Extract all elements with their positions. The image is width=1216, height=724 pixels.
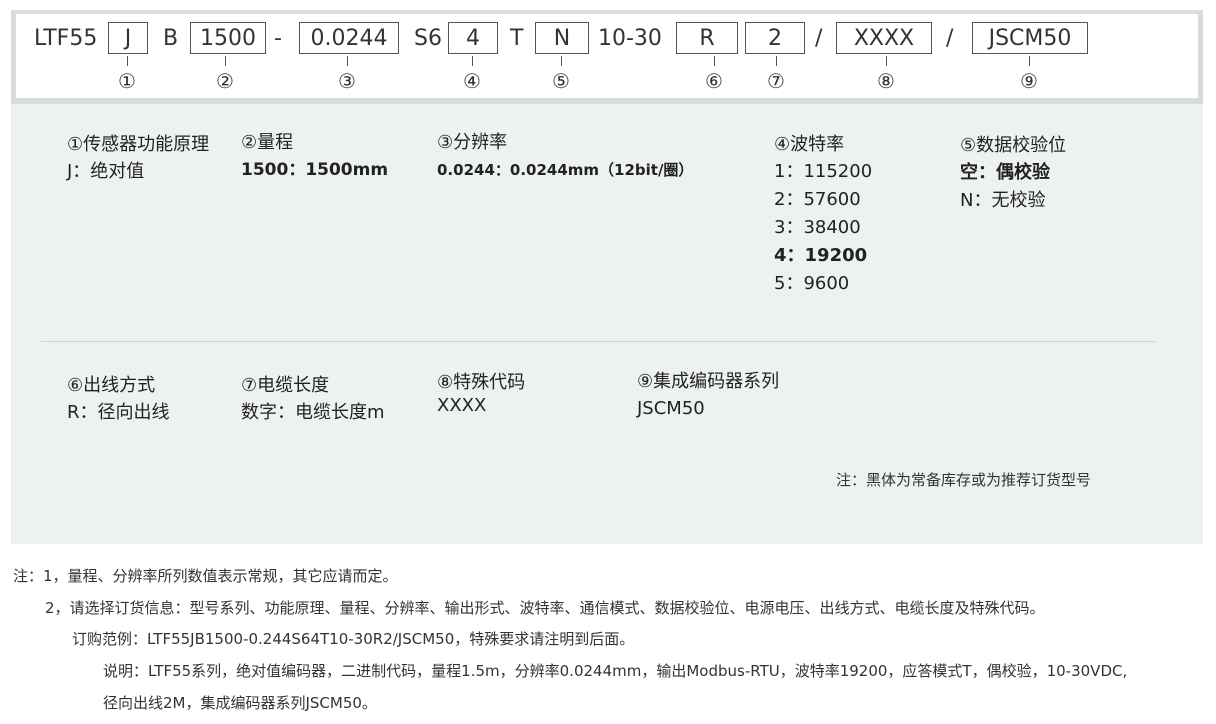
section-cable-length: ⑦电缆长度 数字：电缆长度m — [241, 373, 385, 427]
footnote-line: 订购范例：LTF55JB1500-0.244S64T10-30R2/JSCM50… — [72, 630, 635, 648]
code-field-1: J — [108, 22, 148, 54]
code-prefix: LTF55 — [34, 26, 98, 51]
section-title: ③分辨率 — [437, 132, 508, 153]
section-title: ②量程 — [241, 132, 294, 153]
section-title: ⑤数据校验位 — [960, 135, 1067, 156]
option-line: 1500：1500mm — [241, 160, 389, 180]
marker-tick-9 — [1029, 56, 1030, 66]
code-field-8: XXXX — [836, 22, 932, 54]
section-title: ①传感器功能原理 — [67, 134, 210, 155]
section-encoder-series: ⑨集成编码器系列 JSCM50 — [637, 369, 779, 423]
code-s6: S6 — [414, 26, 442, 51]
stock-note: 注：黑体为常备库存或为推荐订货型号 — [836, 471, 1092, 489]
marker-5: ⑤ — [552, 69, 570, 93]
code-letter-b: B — [163, 26, 179, 51]
marker-8: ⑧ — [877, 69, 895, 93]
section-title: ⑨集成编码器系列 — [637, 371, 780, 392]
option-line: 1：115200 — [774, 161, 873, 182]
section-range: ②量程 1500：1500mm — [241, 130, 388, 184]
footnote-line: 说明：LTF55系列，绝对值编码器，二进制代码，量程1.5m，分辨率0.0244… — [103, 662, 1128, 680]
option-line: 2：57600 — [774, 189, 861, 210]
footnote-line: 2，请选择订货信息：型号系列、功能原理、量程、分辨率、输出形式、波特率、通信模式… — [45, 599, 1045, 617]
code-slash-2: / — [946, 26, 954, 51]
code-dash: - — [274, 26, 282, 51]
code-field-2: 1500 — [190, 22, 266, 54]
marker-4: ④ — [463, 69, 481, 93]
section-function-principle: ①传感器功能原理 J：绝对值 — [67, 132, 209, 186]
section-resolution: ③分辨率 0.0244：0.0244mm（12bit/圈） — [437, 130, 693, 184]
option-line: 0.0244：0.0244mm（12bit/圈） — [437, 161, 694, 179]
marker-tick-7 — [776, 56, 777, 66]
footnote-line: 径向出线2M，集成编码器系列JSCM50。 — [103, 694, 377, 712]
marker-tick-2 — [225, 56, 226, 66]
section-baud-rate: ④波特率 1：115200 2：57600 3：38400 4：19200 5：… — [774, 132, 872, 298]
section-title: ⑥出线方式 — [67, 375, 156, 396]
option-line: 3：38400 — [774, 217, 861, 238]
marker-tick-1 — [127, 56, 128, 66]
section-outlet-mode: ⑥出线方式 R：径向出线 — [67, 373, 170, 427]
section-title: ⑦电缆长度 — [241, 375, 330, 396]
option-line: XXXX — [437, 395, 487, 416]
marker-tick-6 — [714, 56, 715, 66]
marker-2: ② — [216, 69, 234, 93]
marker-1: ① — [118, 69, 136, 93]
marker-tick-8 — [886, 56, 887, 66]
marker-6: ⑥ — [705, 69, 723, 93]
marker-9: ⑨ — [1020, 69, 1038, 93]
code-voltage: 10-30 — [598, 26, 662, 51]
code-field-5: N — [535, 22, 589, 54]
marker-tick-5 — [561, 56, 562, 66]
option-line: N：无校验 — [960, 190, 1046, 211]
code-field-3: 0.0244 — [299, 22, 399, 54]
section-title: ④波特率 — [774, 134, 845, 155]
marker-7: ⑦ — [767, 69, 785, 93]
section-special-code: ⑧特殊代码 XXXX — [437, 370, 525, 416]
section-title: ⑧特殊代码 — [437, 372, 526, 393]
code-field-7: 2 — [745, 22, 805, 54]
marker-tick-3 — [347, 56, 348, 66]
code-slash-1: / — [815, 26, 823, 51]
section-divider — [41, 341, 1156, 342]
marker-3: ③ — [338, 69, 356, 93]
option-line: R：径向出线 — [67, 402, 170, 423]
option-line: 数字：电缆长度m — [241, 402, 385, 423]
option-line: J：绝对值 — [67, 161, 145, 182]
section-parity: ⑤数据校验位 空：偶校验 N：无校验 — [960, 133, 1066, 215]
code-field-9: JSCM50 — [972, 22, 1088, 54]
code-letter-t: T — [510, 26, 524, 51]
code-field-6: R — [676, 22, 738, 54]
option-line: 4：19200 — [774, 245, 868, 266]
footnote-line: 注：1，量程、分辨率所列数值表示常规，其它应请而定。 — [13, 567, 398, 585]
option-line: 空：偶校验 — [960, 162, 1050, 183]
code-field-4: 4 — [448, 22, 498, 54]
marker-tick-4 — [472, 56, 473, 66]
option-line: 5：9600 — [774, 273, 850, 294]
option-line: JSCM50 — [637, 398, 705, 419]
